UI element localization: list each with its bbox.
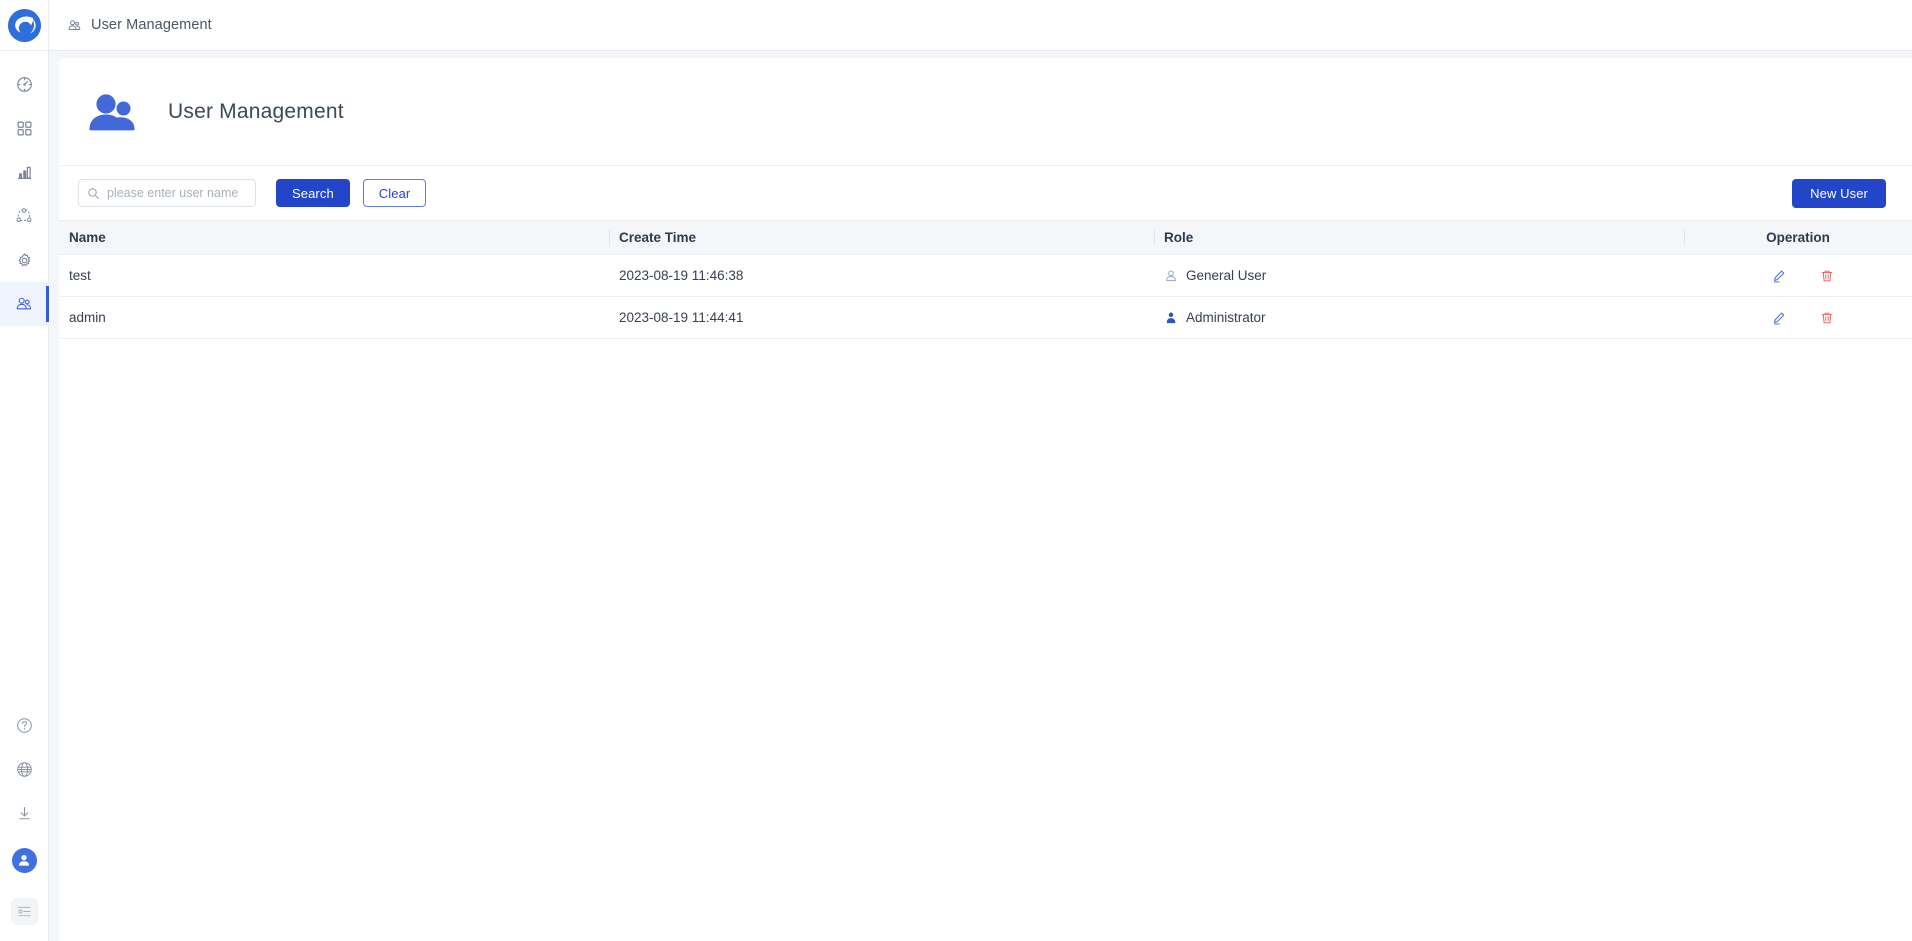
column-header-operation[interactable]: Operation (1684, 220, 1912, 255)
table-header-row: Name Create Time Role Operation (59, 220, 1912, 255)
app-logo[interactable] (7, 8, 41, 42)
role-label: General User (1186, 268, 1267, 283)
cell-create-time: 2023-08-19 11:46:38 (609, 254, 1154, 297)
operation-buttons (1694, 309, 1912, 327)
cell-operation (1684, 296, 1912, 339)
table-header: Name Create Time Role Operation (59, 220, 1912, 255)
collapse-box[interactable] (10, 897, 38, 925)
user-filled-icon (1166, 312, 1176, 323)
search-field[interactable] (78, 179, 256, 207)
sidebar-item-analytics[interactable] (0, 150, 49, 194)
help-question-icon (16, 717, 32, 733)
column-header-create-time[interactable]: Create Time (609, 220, 1154, 255)
page-header: User Management (59, 58, 1912, 166)
sidebar-item-settings[interactable] (0, 238, 49, 282)
logo-cell[interactable] (0, 0, 49, 51)
topology-network-icon (16, 208, 32, 222)
column-header-role[interactable]: Role (1154, 220, 1684, 255)
sidebar-item-help[interactable] (0, 703, 49, 747)
trash-delete-icon (1821, 270, 1833, 281)
user-table: Name Create Time Role Operation test 202… (59, 220, 1912, 339)
avatar[interactable] (11, 847, 37, 873)
cell-operation (1684, 254, 1912, 297)
search-button[interactable]: Search (276, 179, 350, 207)
delete-button[interactable] (1818, 267, 1836, 285)
cell-create-time: 2023-08-19 11:44:41 (609, 296, 1154, 339)
role-wrapper: General User (1164, 268, 1684, 283)
sidebar-item-dashboard[interactable] (0, 62, 49, 106)
grid-apps-icon (17, 121, 31, 135)
user-outline-icon (1166, 270, 1176, 281)
table-body: test 2023-08-19 11:46:38 General User ad… (59, 254, 1912, 339)
search-input[interactable] (107, 186, 247, 200)
dashboard-gauge-icon (16, 76, 32, 92)
app-logo-icon (7, 8, 41, 42)
users-icon (68, 19, 81, 30)
cell-name: admin (59, 296, 609, 339)
download-icon (18, 806, 30, 819)
role-label: Administrator (1186, 310, 1266, 325)
content-background: User Management Search Clear New User (49, 51, 1912, 941)
table-row[interactable]: admin 2023-08-19 11:44:41 Administrator (59, 296, 1912, 339)
collapse-panel-icon (18, 906, 30, 916)
toolbar: Search Clear New User (59, 166, 1912, 220)
sidebar-nav-top (0, 62, 49, 326)
user-table-wrapper: Name Create Time Role Operation test 202… (59, 220, 1912, 941)
delete-button[interactable] (1818, 309, 1836, 327)
sidebar-avatar[interactable] (0, 835, 49, 885)
sidebar-item-language[interactable] (0, 747, 49, 791)
table-row[interactable]: test 2023-08-19 11:46:38 General User (59, 254, 1912, 297)
app-root: User Management User Management please e… (0, 0, 1912, 941)
user-avatar-icon (18, 854, 30, 866)
topbar: User Management (49, 0, 1912, 51)
sidebar-collapse[interactable] (0, 885, 49, 937)
globe-language-icon (16, 761, 32, 777)
user-filled-icon (1164, 311, 1178, 325)
cell-role: Administrator (1154, 296, 1684, 339)
users-group-icon (89, 93, 135, 130)
edit-pencil-icon (1773, 311, 1785, 324)
users-group-icon (87, 90, 143, 134)
role-wrapper: Administrator (1164, 310, 1684, 325)
breadcrumb-users-icon (67, 18, 82, 33)
gear-settings-icon (17, 252, 30, 266)
edit-button[interactable] (1770, 267, 1788, 285)
bar-chart-icon (17, 166, 31, 179)
content-card: User Management Search Clear New User (59, 58, 1912, 941)
new-user-button[interactable]: New User (1792, 178, 1886, 208)
main-area: User Management User Management please e… (49, 0, 1912, 941)
edit-pencil-icon (1773, 269, 1785, 282)
edit-button[interactable] (1770, 309, 1788, 327)
column-header-name[interactable]: Name (59, 220, 609, 255)
search-icon (88, 187, 99, 199)
sidebar (0, 0, 49, 941)
sidebar-item-apps[interactable] (0, 106, 49, 150)
page-title: User Management (168, 99, 344, 123)
breadcrumb-label: User Management (91, 17, 212, 33)
sidebar-item-download[interactable] (0, 791, 49, 835)
clear-button[interactable]: Clear (362, 179, 427, 207)
sidebar-nav-bottom (0, 703, 49, 941)
users-icon (16, 297, 32, 310)
sidebar-item-topology[interactable] (0, 194, 49, 238)
trash-delete-icon (1821, 312, 1833, 323)
cell-name: test (59, 254, 609, 297)
user-outline-icon (1164, 269, 1178, 283)
sidebar-item-users[interactable] (0, 282, 49, 326)
operation-buttons (1694, 267, 1912, 285)
cell-role: General User (1154, 254, 1684, 297)
